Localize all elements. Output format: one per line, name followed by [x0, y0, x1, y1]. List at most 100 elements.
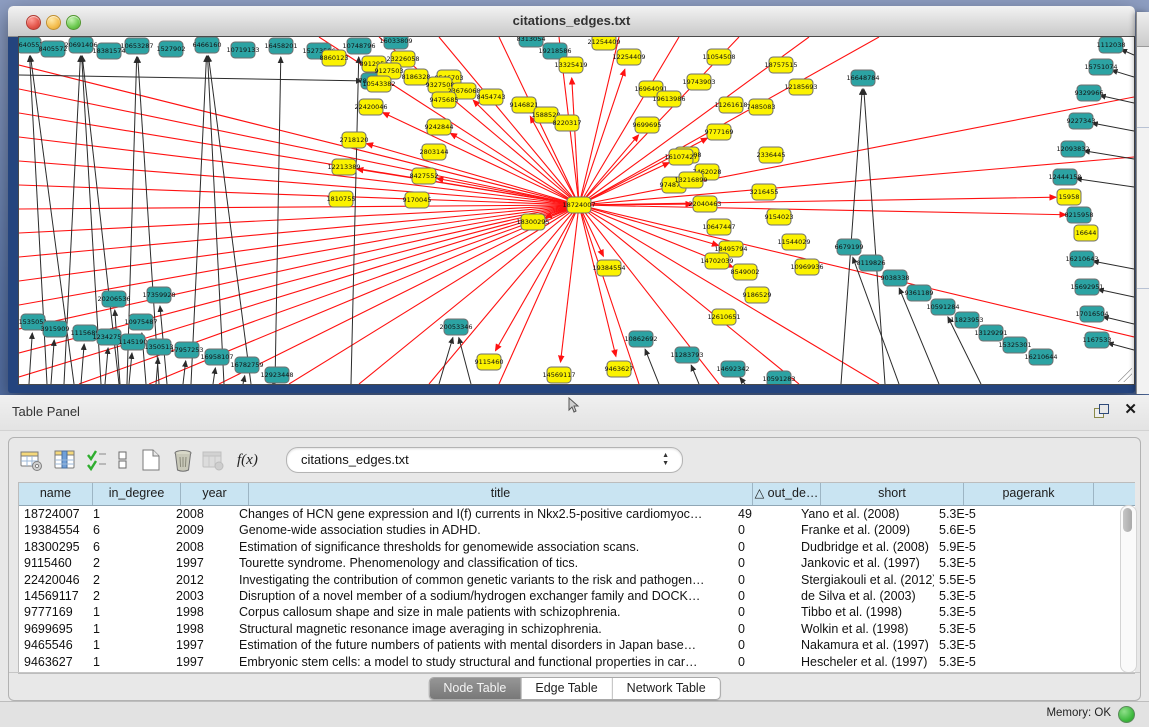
column-header-in_degree[interactable]: in_degree: [93, 483, 181, 505]
network-node[interactable]: 21254409: [587, 37, 620, 50]
network-node[interactable]: 13325419: [554, 57, 587, 73]
network-node[interactable]: 16458201: [264, 38, 297, 54]
network-node[interactable]: 2803144: [420, 144, 449, 160]
network-node[interactable]: 9154023: [765, 209, 794, 225]
network-node[interactable]: 8119826: [857, 255, 886, 271]
new-document-icon[interactable]: [139, 448, 163, 472]
network-node[interactable]: 10969936: [790, 259, 823, 275]
network-node[interactable]: 10975487: [124, 314, 157, 330]
tab-edge-table[interactable]: Edge Table: [521, 678, 612, 699]
table-selector-combobox[interactable]: citations_edges.txt ▲▼: [286, 447, 683, 473]
tab-network-table[interactable]: Network Table: [613, 678, 720, 699]
network-node[interactable]: 10719133: [226, 42, 259, 58]
network-node[interactable]: 10591283: [762, 371, 795, 384]
network-node[interactable]: 1112038: [1097, 37, 1126, 53]
network-node[interactable]: 10591284: [926, 299, 959, 315]
network-node[interactable]: 17359928: [142, 287, 175, 303]
network-edge[interactable]: [366, 144, 579, 205]
table-row[interactable]: 977716911998Corpus callosum shape and si…: [19, 604, 1135, 620]
network-node[interactable]: 9038338: [881, 270, 910, 286]
import-table-icon-disabled[interactable]: [201, 448, 225, 472]
network-edge[interactable]: [1100, 95, 1134, 103]
network-edge[interactable]: [359, 205, 579, 384]
network-node[interactable]: 9186529: [743, 287, 772, 303]
network-node[interactable]: 9242844: [425, 119, 454, 135]
network-edge[interactable]: [579, 205, 1066, 215]
network-edge[interactable]: [572, 78, 579, 205]
network-edge[interactable]: [29, 333, 32, 384]
network-node[interactable]: 11054508: [702, 49, 735, 65]
network-node[interactable]: 9777169: [705, 124, 734, 140]
network-node[interactable]: 20206536: [97, 291, 130, 307]
network-node[interactable]: 14702039: [700, 253, 733, 269]
network-node[interactable]: 12093832: [1056, 141, 1089, 157]
network-node[interactable]: 10748796: [342, 38, 375, 54]
network-node[interactable]: 16033809: [379, 37, 412, 49]
network-node[interactable]: 16958107: [200, 349, 233, 365]
network-node[interactable]: 11261618: [714, 97, 747, 113]
network-node[interactable]: 16782759: [230, 357, 263, 373]
network-edge[interactable]: [740, 378, 745, 384]
network-node[interactable]: 10862692: [624, 331, 657, 347]
network-edge[interactable]: [1093, 261, 1134, 269]
network-edge[interactable]: [864, 89, 885, 384]
network-node[interactable]: 17957253: [170, 342, 203, 358]
network-node[interactable]: 1167533: [1083, 332, 1112, 348]
network-node[interactable]: 8215958: [1065, 207, 1094, 223]
network-edge[interactable]: [579, 205, 1134, 337]
network-node[interactable]: 2336445: [757, 147, 786, 163]
network-node[interactable]: 8549002: [731, 264, 760, 280]
network-edge[interactable]: [1108, 343, 1134, 350]
network-edge[interactable]: [81, 344, 84, 384]
table-vertical-scrollbar[interactable]: [1120, 505, 1137, 673]
network-node[interactable]: 7485083: [747, 99, 776, 115]
network-edge[interactable]: [841, 89, 862, 384]
network-edge[interactable]: [1092, 123, 1134, 131]
network-edge[interactable]: [289, 205, 579, 384]
network-node[interactable]: 1527902: [157, 41, 186, 57]
network-node[interactable]: 8313054: [517, 37, 546, 47]
scrollbar-thumb[interactable]: [1123, 508, 1132, 532]
network-node[interactable]: 22040463: [688, 196, 721, 212]
network-edge[interactable]: [439, 338, 453, 384]
network-node[interactable]: 12610651: [707, 309, 740, 325]
network-node[interactable]: 18757515: [764, 57, 797, 73]
network-edge[interactable]: [459, 338, 471, 384]
function-builder-icon[interactable]: f(x): [237, 448, 267, 472]
network-node[interactable]: 12444158: [1048, 169, 1081, 185]
network-node[interactable]: 12213389: [327, 159, 360, 175]
network-node[interactable]: 15325301: [998, 337, 1031, 353]
network-node[interactable]: 9227343: [1067, 113, 1096, 129]
select-column-icon[interactable]: [53, 448, 77, 472]
table-row[interactable]: 1872400712008Changes of HCN gene express…: [19, 506, 1135, 522]
network-node[interactable]: 16210644: [1024, 349, 1057, 365]
network-node[interactable]: 9361189: [905, 285, 934, 301]
column-header-short[interactable]: short: [821, 483, 964, 505]
network-edge[interactable]: [499, 205, 579, 384]
table-row[interactable]: 2242004622012Investigating the contribut…: [19, 572, 1135, 588]
network-node[interactable]: 12185693: [784, 79, 817, 95]
network-node[interactable]: 12254409: [612, 49, 645, 65]
network-node[interactable]: 12923448: [260, 367, 293, 383]
delete-trash-icon[interactable]: [171, 448, 195, 472]
network-edge[interactable]: [19, 205, 579, 209]
table-row[interactable]: 1456911722003Disruption of a novel membe…: [19, 588, 1135, 604]
network-node[interactable]: 17016504: [1075, 306, 1108, 322]
close-panel-icon[interactable]: ✕: [1124, 401, 1137, 419]
column-header-name[interactable]: name: [19, 483, 93, 505]
network-edge[interactable]: [51, 340, 54, 384]
row-height-icon[interactable]: [117, 448, 129, 472]
table-settings-icon[interactable]: [19, 448, 43, 472]
network-node[interactable]: 10647447: [702, 219, 735, 235]
network-node[interactable]: 15692951: [1070, 279, 1103, 295]
table-row[interactable]: 1830029562008Estimation of significance …: [19, 539, 1135, 555]
network-edge[interactable]: [219, 205, 579, 384]
network-node[interactable]: 10653287: [120, 38, 153, 54]
network-node[interactable]: 13216899: [674, 172, 707, 188]
table-row[interactable]: 911546021997Tourette syndrome. Phenomeno…: [19, 555, 1135, 571]
column-header-year[interactable]: year: [181, 483, 249, 505]
column-header-title[interactable]: title: [249, 483, 753, 505]
float-panel-icon[interactable]: [1093, 403, 1109, 419]
network-node[interactable]: 9115460: [475, 354, 504, 370]
network-node[interactable]: 6679199: [835, 239, 864, 255]
